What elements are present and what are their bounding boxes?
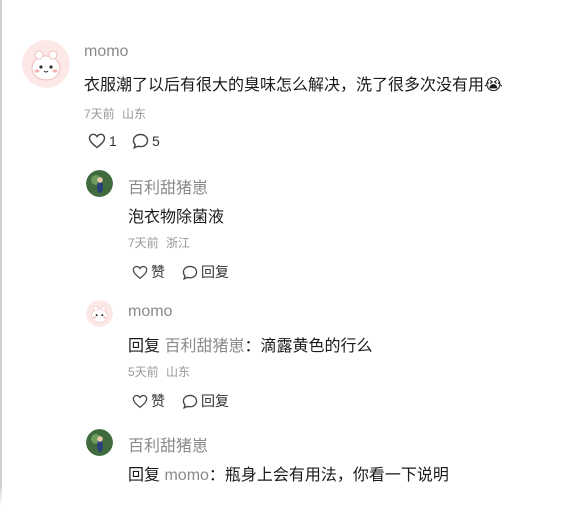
reply-time: 5天前	[128, 365, 159, 379]
comment-like-button[interactable]: 1	[88, 133, 117, 149]
reply-to-user-link[interactable]: momo	[164, 467, 208, 484]
reply-like-button[interactable]: 赞	[132, 262, 165, 282]
reply-prefix: 回复	[128, 467, 161, 484]
reply-location: 山东	[166, 365, 191, 379]
avatar-momo[interactable]	[22, 40, 70, 88]
reply-to-user-link[interactable]: 百利甜猪崽	[164, 338, 244, 355]
reply-prefix: 回复	[128, 338, 161, 355]
like-label: 赞	[151, 264, 165, 280]
reply-text: 泡衣物除菌液	[128, 209, 225, 226]
reply-location: 浙江	[166, 236, 191, 250]
reply-label: 回复	[201, 393, 229, 409]
like-label: 赞	[151, 393, 165, 409]
reply-text: 回复 momo：瓶身上会有用法，你看一下说明	[128, 461, 449, 485]
comment-meta: 7天前 山东	[84, 105, 146, 122]
comment-body: 衣服潮了以后有很大的臭味怎么解决，洗了很多次没有用	[84, 77, 485, 94]
reply-text: 回复 百利甜猪崽：滴露黄色的行么	[128, 332, 373, 356]
heart-outline-icon	[132, 265, 148, 279]
reply-time: 7天前	[128, 236, 159, 250]
speech-bubble-icon	[132, 133, 149, 149]
comment-location: 山东	[122, 107, 147, 121]
pig-avatar-icon	[86, 170, 113, 197]
like-count: 1	[109, 133, 117, 149]
momo-avatar-icon	[86, 300, 113, 327]
speech-bubble-icon	[182, 265, 198, 280]
speech-bubble-icon	[182, 394, 198, 409]
reply-username[interactable]: 百利甜猪崽	[128, 174, 208, 198]
comment-text: 衣服潮了以后有很大的臭味怎么解决，洗了很多次没有用😭	[84, 71, 503, 95]
reply-like-button[interactable]: 赞	[132, 391, 165, 411]
reply-username[interactable]: 百利甜猪崽	[128, 432, 208, 456]
reply-reply-button[interactable]: 回复	[182, 262, 229, 282]
comment-time: 7天前	[84, 107, 115, 121]
comment-username[interactable]: momo	[84, 43, 128, 61]
avatar-pig[interactable]	[86, 170, 113, 197]
reply-body: ：瓶身上会有用法，你看一下说明	[208, 467, 449, 484]
avatar-pig[interactable]	[86, 429, 113, 456]
momo-avatar-icon	[22, 40, 70, 88]
reply-meta: 7天前 浙江	[128, 234, 190, 251]
reply-count: 5	[152, 133, 160, 149]
heart-outline-icon	[88, 133, 106, 149]
avatar-momo-small[interactable]	[86, 300, 113, 327]
reply-reply-button[interactable]: 回复	[182, 391, 229, 411]
comment-reply-count-button[interactable]: 5	[132, 133, 160, 149]
reply-username[interactable]: momo	[128, 303, 172, 321]
pig-avatar-icon	[86, 429, 113, 456]
bottom-fade	[0, 484, 582, 510]
left-border	[0, 0, 2, 510]
reply-body: ：滴露黄色的行么	[244, 338, 373, 355]
reply-meta: 5天前 山东	[128, 363, 190, 380]
heart-outline-icon	[132, 394, 148, 408]
crying-emoji-icon: 😭	[484, 77, 503, 94]
reply-label: 回复	[201, 264, 229, 280]
